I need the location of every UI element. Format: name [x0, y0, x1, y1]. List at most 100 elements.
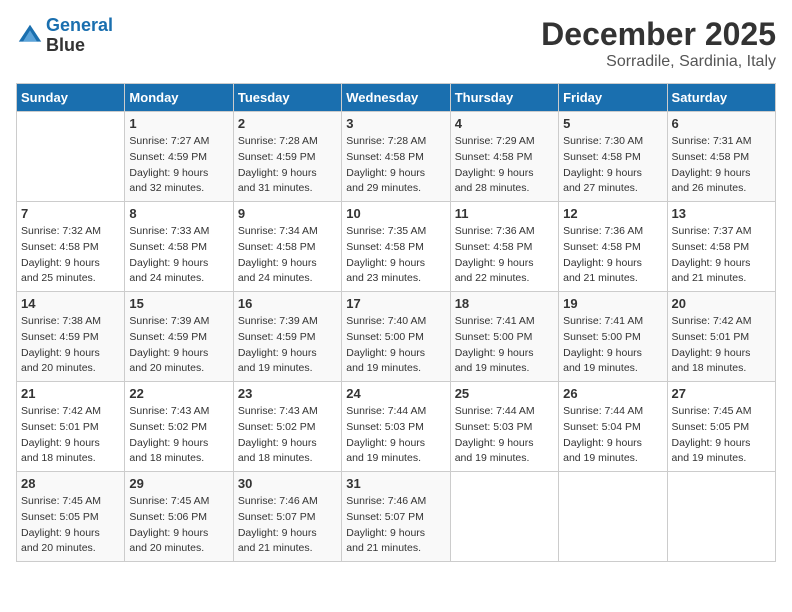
calendar-cell: 6 Sunrise: 7:31 AMSunset: 4:58 PMDaylight…	[667, 112, 775, 202]
day-number: 21	[21, 386, 120, 401]
weekday-header: Saturday	[667, 84, 775, 112]
calendar-cell: 31Sunrise: 7:46 AMSunset: 5:07 PMDayligh…	[342, 472, 450, 562]
day-info: Sunrise: 7:38 AMSunset: 4:59 PMDaylight:…	[21, 314, 120, 377]
day-info: Sunrise: 7:45 AMSunset: 5:06 PMDaylight:…	[129, 494, 228, 557]
calendar-cell: 2 Sunrise: 7:28 AMSunset: 4:59 PMDaylight…	[233, 112, 341, 202]
day-number: 13	[672, 206, 771, 221]
day-info: Sunrise: 7:43 AMSunset: 5:02 PMDaylight:…	[238, 404, 337, 467]
day-number: 7	[21, 206, 120, 221]
calendar-cell: 12Sunrise: 7:36 AMSunset: 4:58 PMDayligh…	[559, 202, 667, 292]
day-info: Sunrise: 7:45 AMSunset: 5:05 PMDaylight:…	[21, 494, 120, 557]
day-info: Sunrise: 7:36 AMSunset: 4:58 PMDaylight:…	[563, 224, 662, 287]
day-info: Sunrise: 7:42 AMSunset: 5:01 PMDaylight:…	[21, 404, 120, 467]
day-info: Sunrise: 7:28 AMSunset: 4:59 PMDaylight:…	[238, 134, 337, 197]
day-number: 23	[238, 386, 337, 401]
day-info: Sunrise: 7:43 AMSunset: 5:02 PMDaylight:…	[129, 404, 228, 467]
day-number: 9	[238, 206, 337, 221]
day-info: Sunrise: 7:46 AMSunset: 5:07 PMDaylight:…	[238, 494, 337, 557]
calendar-cell: 14 Sunrise: 7:38 AMSunset: 4:59 PMDayligh…	[17, 292, 125, 382]
page-header: GeneralBlue December 2025 Sorradile, Sar…	[16, 16, 776, 71]
day-number: 18	[455, 296, 554, 311]
calendar-cell: 25 Sunrise: 7:44 AMSunset: 5:03 PMDayligh…	[450, 382, 558, 472]
calendar-cell: 16 Sunrise: 7:39 AMSunset: 4:59 PMDayligh…	[233, 292, 341, 382]
calendar-cell: 19Sunrise: 7:41 AMSunset: 5:00 PMDayligh…	[559, 292, 667, 382]
day-number: 11	[455, 206, 554, 221]
day-number: 6	[672, 116, 771, 131]
day-info: Sunrise: 7:28 AMSunset: 4:58 PMDaylight:…	[346, 134, 445, 197]
day-number: 26	[563, 386, 662, 401]
calendar-cell: 22Sunrise: 7:43 AMSunset: 5:02 PMDayligh…	[125, 382, 233, 472]
calendar-cell: 18 Sunrise: 7:41 AMSunset: 5:00 PMDayligh…	[450, 292, 558, 382]
day-info: Sunrise: 7:30 AMSunset: 4:58 PMDaylight:…	[563, 134, 662, 197]
calendar-cell: 11Sunrise: 7:36 AMSunset: 4:58 PMDayligh…	[450, 202, 558, 292]
day-info: Sunrise: 7:35 AMSunset: 4:58 PMDaylight:…	[346, 224, 445, 287]
day-info: Sunrise: 7:42 AMSunset: 5:01 PMDaylight:…	[672, 314, 771, 377]
calendar-table: SundayMondayTuesdayWednesdayThursdayFrid…	[16, 83, 776, 562]
day-info: Sunrise: 7:39 AMSunset: 4:59 PMDaylight:…	[238, 314, 337, 377]
day-number: 2	[238, 116, 337, 131]
calendar-cell	[667, 472, 775, 562]
day-number: 17	[346, 296, 445, 311]
weekday-header: Wednesday	[342, 84, 450, 112]
calendar-cell	[17, 112, 125, 202]
day-number: 25	[455, 386, 554, 401]
calendar-cell: 15Sunrise: 7:39 AMSunset: 4:59 PMDayligh…	[125, 292, 233, 382]
day-info: Sunrise: 7:27 AMSunset: 4:59 PMDaylight:…	[129, 134, 228, 197]
calendar-cell: 29 Sunrise: 7:45 AMSunset: 5:06 PMDayligh…	[125, 472, 233, 562]
calendar-cell: 27Sunrise: 7:45 AMSunset: 5:05 PMDayligh…	[667, 382, 775, 472]
calendar-cell	[559, 472, 667, 562]
day-info: Sunrise: 7:44 AMSunset: 5:03 PMDaylight:…	[346, 404, 445, 467]
day-number: 20	[672, 296, 771, 311]
day-info: Sunrise: 7:41 AMSunset: 5:00 PMDaylight:…	[455, 314, 554, 377]
calendar-cell: 10 Sunrise: 7:35 AMSunset: 4:58 PMDayligh…	[342, 202, 450, 292]
day-number: 29	[129, 476, 228, 491]
day-info: Sunrise: 7:34 AMSunset: 4:58 PMDaylight:…	[238, 224, 337, 287]
day-info: Sunrise: 7:44 AMSunset: 5:03 PMDaylight:…	[455, 404, 554, 467]
calendar-week-row: 28 Sunrise: 7:45 AMSunset: 5:05 PMDayligh…	[17, 472, 776, 562]
calendar-cell: 8Sunrise: 7:33 AMSunset: 4:58 PMDaylight…	[125, 202, 233, 292]
calendar-cell: 30 Sunrise: 7:46 AMSunset: 5:07 PMDayligh…	[233, 472, 341, 562]
day-number: 1	[129, 116, 228, 131]
weekday-header: Tuesday	[233, 84, 341, 112]
calendar-cell: 5 Sunrise: 7:30 AMSunset: 4:58 PMDaylight…	[559, 112, 667, 202]
day-info: Sunrise: 7:32 AMSunset: 4:58 PMDaylight:…	[21, 224, 120, 287]
day-info: Sunrise: 7:41 AMSunset: 5:00 PMDaylight:…	[563, 314, 662, 377]
calendar-title: December 2025	[541, 16, 776, 53]
calendar-cell: 26 Sunrise: 7:44 AMSunset: 5:04 PMDayligh…	[559, 382, 667, 472]
day-number: 16	[238, 296, 337, 311]
calendar-cell	[450, 472, 558, 562]
calendar-cell: 3 Sunrise: 7:28 AMSunset: 4:58 PMDaylight…	[342, 112, 450, 202]
day-number: 4	[455, 116, 554, 131]
calendar-week-row: 21 Sunrise: 7:42 AMSunset: 5:01 PMDayligh…	[17, 382, 776, 472]
calendar-week-row: 7 Sunrise: 7:32 AMSunset: 4:58 PMDaylight…	[17, 202, 776, 292]
day-number: 24	[346, 386, 445, 401]
calendar-header-row: SundayMondayTuesdayWednesdayThursdayFrid…	[17, 84, 776, 112]
logo-icon	[16, 22, 44, 50]
day-info: Sunrise: 7:40 AMSunset: 5:00 PMDaylight:…	[346, 314, 445, 377]
calendar-week-row: 1 Sunrise: 7:27 AMSunset: 4:59 PMDaylight…	[17, 112, 776, 202]
title-block: December 2025 Sorradile, Sardinia, Italy	[541, 16, 776, 71]
day-info: Sunrise: 7:31 AMSunset: 4:58 PMDaylight:…	[672, 134, 771, 197]
day-number: 5	[563, 116, 662, 131]
day-number: 14	[21, 296, 120, 311]
day-number: 28	[21, 476, 120, 491]
day-number: 3	[346, 116, 445, 131]
calendar-cell: 24 Sunrise: 7:44 AMSunset: 5:03 PMDayligh…	[342, 382, 450, 472]
day-info: Sunrise: 7:45 AMSunset: 5:05 PMDaylight:…	[672, 404, 771, 467]
day-info: Sunrise: 7:39 AMSunset: 4:59 PMDaylight:…	[129, 314, 228, 377]
calendar-cell: 7 Sunrise: 7:32 AMSunset: 4:58 PMDaylight…	[17, 202, 125, 292]
logo: GeneralBlue	[16, 16, 113, 56]
day-number: 10	[346, 206, 445, 221]
calendar-cell: 9 Sunrise: 7:34 AMSunset: 4:58 PMDaylight…	[233, 202, 341, 292]
logo-text: GeneralBlue	[46, 16, 113, 56]
weekday-header: Thursday	[450, 84, 558, 112]
calendar-subtitle: Sorradile, Sardinia, Italy	[541, 53, 776, 71]
calendar-cell: 20 Sunrise: 7:42 AMSunset: 5:01 PMDayligh…	[667, 292, 775, 382]
day-info: Sunrise: 7:29 AMSunset: 4:58 PMDaylight:…	[455, 134, 554, 197]
calendar-cell: 13Sunrise: 7:37 AMSunset: 4:58 PMDayligh…	[667, 202, 775, 292]
calendar-cell: 1 Sunrise: 7:27 AMSunset: 4:59 PMDaylight…	[125, 112, 233, 202]
day-number: 30	[238, 476, 337, 491]
day-info: Sunrise: 7:44 AMSunset: 5:04 PMDaylight:…	[563, 404, 662, 467]
day-info: Sunrise: 7:33 AMSunset: 4:58 PMDaylight:…	[129, 224, 228, 287]
calendar-cell: 4 Sunrise: 7:29 AMSunset: 4:58 PMDaylight…	[450, 112, 558, 202]
